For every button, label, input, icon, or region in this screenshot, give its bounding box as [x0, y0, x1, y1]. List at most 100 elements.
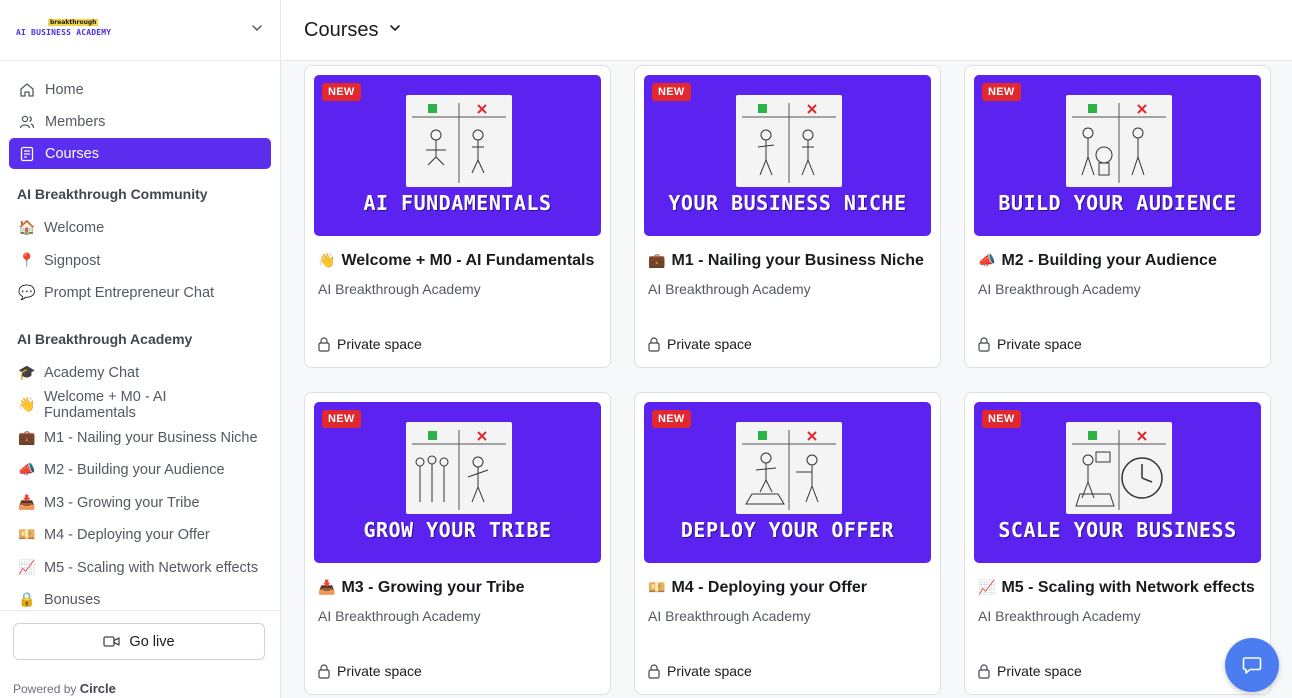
space-item-label: Bonuses: [44, 592, 101, 609]
course-thumbnail[interactable]: NEW DEPLOY YOUR OFFER: [644, 402, 931, 563]
course-title[interactable]: 📈 M5 - Scaling with Network effects: [978, 579, 1255, 597]
nav-item-members[interactable]: Members: [9, 106, 271, 137]
course-thumbnail[interactable]: NEW SCALE YOUR BUSINESS: [974, 402, 1261, 563]
space-item-m4[interactable]: 💴 M4 - Deploying your Offer: [9, 519, 271, 552]
section-title-community[interactable]: AI Breakthrough Community: [9, 186, 271, 204]
lock-icon: [978, 663, 990, 679]
privacy-text: Private space: [337, 336, 422, 352]
community-switcher-chevron-icon[interactable]: [250, 21, 264, 40]
thumbnail-title: GROW YOUR TRIBE: [363, 518, 552, 542]
course-title-text: M3 - Growing your Tribe: [341, 579, 525, 596]
space-item-label: M2 - Building your Audience: [44, 462, 225, 479]
community-logo[interactable]: breakthrough AI BUSINESS ACADEMY: [16, 19, 111, 41]
page-header: Courses: [281, 0, 1292, 61]
chevron-down-icon[interactable]: [388, 21, 402, 40]
logo-top-text: breakthrough: [48, 19, 99, 26]
lock-icon: [318, 336, 330, 352]
course-subtitle: AI Breakthrough Academy: [648, 608, 811, 624]
new-badge: NEW: [652, 410, 691, 428]
members-icon: [18, 113, 36, 131]
banknote-icon: 💴: [18, 527, 36, 544]
go-live-button[interactable]: Go live: [13, 623, 265, 660]
course-title-text: M4 - Deploying your Offer: [671, 579, 868, 596]
powered-by-text: Powered by: [13, 682, 77, 696]
thumbnail-title: BUILD YOUR AUDIENCE: [998, 191, 1237, 215]
logo-bottom-text: AI BUSINESS ACADEMY: [16, 28, 112, 37]
section-title-academy[interactable]: AI Breakthrough Academy: [9, 331, 271, 349]
course-title[interactable]: 💴 M4 - Deploying your Offer: [648, 579, 867, 597]
lock-icon: [648, 336, 660, 352]
course-card[interactable]: NEW SCALE YOUR BUSINESS 📈 M5 - Scaling wi…: [964, 392, 1271, 695]
house-icon: 🏠: [18, 220, 36, 237]
chat-bubble-icon: [1242, 657, 1262, 674]
privacy-label: Private space: [648, 663, 752, 679]
course-thumbnail[interactable]: NEW AI FUNDAMENTALS: [314, 75, 601, 236]
course-subtitle: AI Breakthrough Academy: [318, 281, 481, 297]
sketch-illustration: [406, 422, 512, 514]
sketch-illustration: [406, 95, 512, 187]
space-item-prompt-chat[interactable]: 💬 Prompt Entrepreneur Chat: [9, 277, 271, 310]
space-item-m5[interactable]: 📈 M5 - Scaling with Network effects: [9, 552, 271, 585]
course-card[interactable]: NEW BUILD YOUR AUDIENCE 📣 M2 - Building y…: [964, 65, 1271, 368]
new-badge: NEW: [322, 83, 361, 101]
waving-hand-icon: 👋: [318, 253, 336, 269]
space-item-label: Welcome + M0 - AI Fundamentals: [43, 389, 167, 422]
course-card[interactable]: NEW DEPLOY YOUR OFFER 💴 M4 - Deploying yo…: [634, 392, 941, 695]
space-item-m0[interactable]: 👋 Welcome + M0 - AI Fundamentals: [9, 389, 271, 422]
space-item-academy-chat[interactable]: 🎓 Academy Chat: [9, 357, 271, 390]
course-card[interactable]: NEW YOUR BUSINESS NICHE 💼 M1 - Nailing yo…: [634, 65, 941, 368]
new-badge: NEW: [982, 83, 1021, 101]
nav-item-label: Home: [45, 81, 84, 98]
sketch-illustration: [1066, 95, 1172, 187]
lock-icon: [318, 663, 330, 679]
powered-by-brand: Circle: [79, 681, 116, 696]
course-title-text: M5 - Scaling with Network effects: [1001, 579, 1255, 596]
space-item-label: Prompt Entrepreneur Chat: [44, 285, 215, 302]
course-thumbnail[interactable]: NEW BUILD YOUR AUDIENCE: [974, 75, 1261, 236]
privacy-label: Private space: [318, 663, 422, 679]
course-thumbnail[interactable]: NEW YOUR BUSINESS NICHE: [644, 75, 931, 236]
thumbnail-title: YOUR BUSINESS NICHE: [668, 191, 907, 215]
course-title[interactable]: 💼 M1 - Nailing your Business Niche: [648, 252, 924, 270]
page-title[interactable]: Courses: [304, 19, 378, 42]
course-title[interactable]: 📣 M2 - Building your Audience: [978, 252, 1217, 270]
privacy-label: Private space: [978, 336, 1082, 352]
course-title-text: Welcome + M0 - AI Fundamentals: [341, 252, 595, 269]
privacy-text: Private space: [997, 663, 1082, 679]
sketch-illustration: [1066, 422, 1172, 514]
course-title-text: M1 - Nailing your Business Niche: [671, 252, 924, 269]
space-item-welcome[interactable]: 🏠 Welcome: [9, 212, 271, 245]
course-subtitle: AI Breakthrough Academy: [318, 608, 481, 624]
course-title[interactable]: 👋 Welcome + M0 - AI Fundamentals: [318, 252, 594, 270]
space-item-signpost[interactable]: 📍 Signpost: [9, 245, 271, 278]
course-thumbnail[interactable]: NEW GROW YOUR TRIBE: [314, 402, 601, 563]
thumbnail-title: AI FUNDAMENTALS: [363, 191, 552, 215]
course-card[interactable]: NEW GROW YOUR TRIBE 📥 M3 - Growing your T…: [304, 392, 611, 695]
space-item-label: M4 - Deploying your Offer: [44, 527, 210, 544]
space-item-m3[interactable]: 📥 M3 - Growing your Tribe: [9, 487, 271, 520]
space-item-m1[interactable]: 💼 M1 - Nailing your Business Niche: [9, 422, 271, 455]
new-badge: NEW: [652, 83, 691, 101]
lock-icon: 🔒: [18, 592, 36, 609]
space-item-label: M1 - Nailing your Business Niche: [44, 429, 258, 446]
privacy-text: Private space: [667, 663, 752, 679]
course-card[interactable]: NEW AI FUNDAMENTALS 👋 Welcome + M0 - AI F…: [304, 65, 611, 368]
nav-item-home[interactable]: Home: [9, 74, 271, 105]
pin-icon: 📍: [18, 252, 36, 269]
graduation-cap-icon: 🎓: [18, 364, 36, 381]
speech-bubble-icon: 💬: [18, 285, 36, 302]
space-item-label: Academy Chat: [44, 364, 140, 381]
course-title-text: M2 - Building your Audience: [1001, 252, 1217, 269]
course-title[interactable]: 📥 M3 - Growing your Tribe: [318, 579, 525, 597]
main-nav: Home Members Courses AI Breakthrough Com…: [0, 61, 280, 617]
course-subtitle: AI Breakthrough Academy: [978, 281, 1141, 297]
nav-item-courses[interactable]: Courses: [9, 138, 271, 169]
space-item-m2[interactable]: 📣 M2 - Building your Audience: [9, 454, 271, 487]
chat-widget-button[interactable]: [1225, 638, 1279, 692]
powered-by[interactable]: Powered by Circle: [13, 681, 116, 696]
home-icon: [18, 81, 36, 99]
chart-increasing-icon: 📈: [978, 580, 996, 596]
privacy-label: Private space: [648, 336, 752, 352]
sidebar-footer: Go live Powered by Circle: [0, 610, 280, 698]
nav-item-label: Members: [45, 113, 106, 130]
